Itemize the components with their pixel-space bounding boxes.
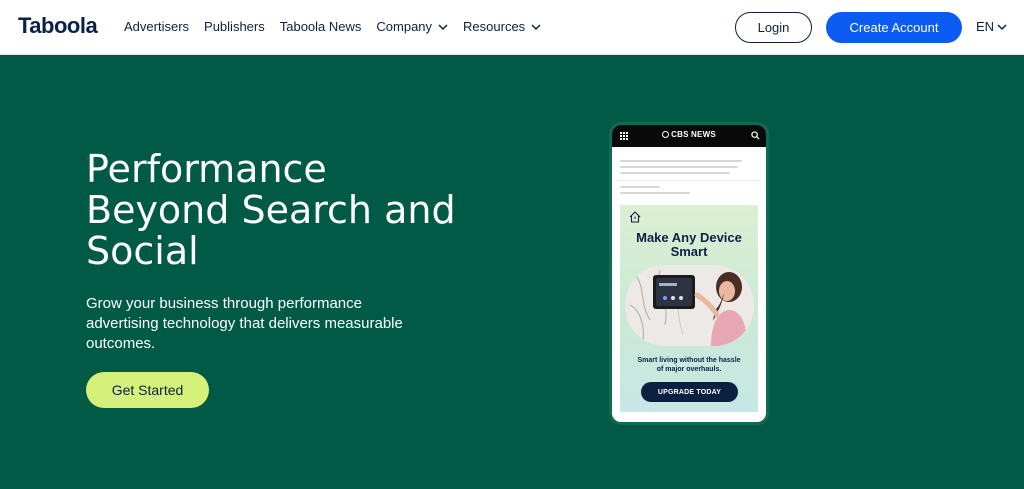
cbs-eye-icon (662, 131, 670, 138)
menu-item-label: Taboola News (279, 19, 362, 34)
article-text-placeholder (620, 172, 730, 174)
chevron-down-icon (531, 23, 541, 30)
menu-item-taboola-news[interactable]: Taboola News (280, 19, 362, 34)
native-ad-card[interactable]: Make Any Device Smart Smart living witho… (620, 205, 758, 412)
chevron-down-icon (997, 23, 1007, 30)
get-started-button[interactable]: Get Started (86, 372, 209, 408)
upgrade-today-button[interactable]: UPGRADE TODAY (641, 382, 738, 402)
phone-mockup: CBS NEWS Make Any Device Smart Smart liv… (612, 125, 766, 422)
menu-item-company[interactable]: Company (376, 19, 448, 34)
ad-image (625, 265, 754, 346)
site-name: CBS NEWS (671, 130, 716, 139)
ad-title: Make Any Device Smart (636, 230, 742, 259)
search-icon (751, 131, 760, 140)
language-label: EN (976, 19, 995, 34)
article-text-placeholder (620, 166, 738, 168)
taboola-logo[interactable]: Taboola (18, 13, 98, 39)
article-text-placeholder (620, 192, 690, 194)
menu-item-label: Resources (463, 19, 526, 34)
language-selector[interactable]: EN (976, 19, 1007, 34)
article-text-placeholder (620, 186, 660, 188)
menu-item-publishers[interactable]: Publishers (204, 19, 265, 34)
create-account-button[interactable]: Create Account (826, 12, 962, 43)
divider (618, 180, 760, 181)
smart-home-icon (629, 211, 641, 223)
woman-with-smart-panel-illustration (625, 265, 754, 346)
ad-description: Smart living without the hassle of major… (637, 357, 741, 373)
hero-section: Performance Beyond Search and Social Gro… (0, 55, 1024, 489)
menu-item-label: Company (376, 19, 433, 34)
menu-item-label: Advertisers (124, 19, 190, 34)
hero-headline: Performance Beyond Search and Social (86, 147, 456, 273)
phone-header-bar: CBS NEWS (612, 125, 766, 147)
menu-item-label: Publishers (204, 19, 265, 34)
top-navigation: Taboola Advertisers Publishers Taboola N… (0, 0, 1024, 55)
cbs-news-logo: CBS NEWS (612, 130, 766, 139)
menu-item-resources[interactable]: Resources (463, 19, 541, 34)
hero-subtext: Grow your business through performance a… (86, 295, 403, 352)
article-text-placeholder (620, 160, 742, 162)
menu-item-advertisers[interactable]: Advertisers (124, 19, 189, 34)
main-menu: Advertisers Publishers Taboola News Comp… (124, 19, 556, 34)
chevron-down-icon (438, 23, 448, 30)
login-button[interactable]: Login (735, 12, 812, 43)
